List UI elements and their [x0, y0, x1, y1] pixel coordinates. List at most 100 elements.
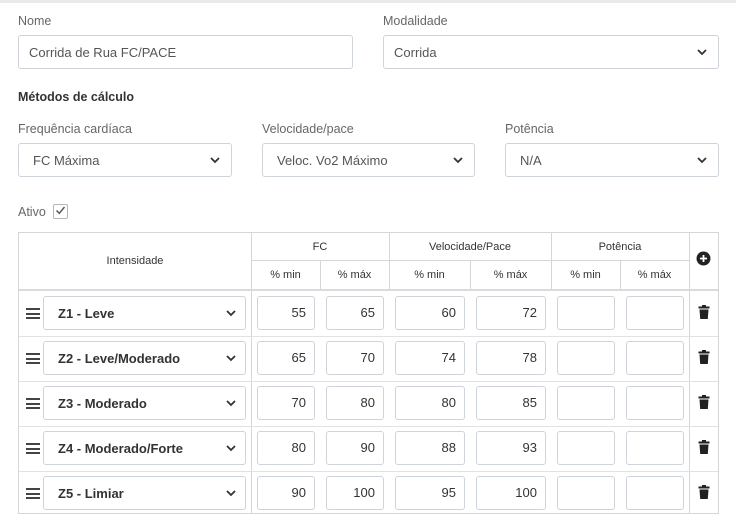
chevron-down-icon: [225, 442, 237, 454]
vel-max-input[interactable]: 78: [476, 341, 546, 375]
table-row: Z2 - Leve/Moderado 65 70 74 78: [19, 336, 718, 381]
table-row: Z5 - Limiar 90 100 95 100: [19, 471, 718, 516]
ativo-checkbox[interactable]: [53, 204, 68, 219]
zone-label: Z5 - Limiar: [58, 485, 124, 501]
fc-min-input[interactable]: 90: [257, 476, 315, 510]
add-row-icon[interactable]: [696, 251, 711, 266]
table-row: Z1 - Leve 55 65 60 72: [19, 291, 718, 336]
header-vel-max: % máx: [493, 268, 528, 281]
fc-value: FC Máxima: [33, 152, 100, 168]
zones-table: Intensidade FC Velocidade/Pace Potência …: [18, 232, 719, 514]
header-fc: FC: [312, 240, 328, 253]
header-fc-max: % máx: [337, 268, 372, 281]
fc-select[interactable]: FC Máxima: [18, 143, 232, 177]
zone-label: Z4 - Moderado/Forte: [58, 440, 183, 456]
fc-min-input[interactable]: 70: [257, 386, 315, 420]
vel-label: Velocidade/pace: [262, 122, 354, 136]
nome-label: Nome: [18, 14, 52, 28]
chevron-down-icon: [225, 307, 237, 319]
fc-min-input[interactable]: 55: [257, 296, 315, 330]
vel-min-input[interactable]: 88: [395, 431, 465, 465]
fc-min-input[interactable]: 65: [257, 341, 315, 375]
vel-min-input[interactable]: 74: [395, 341, 465, 375]
drag-handle-icon[interactable]: [26, 488, 40, 502]
drag-handle-icon[interactable]: [26, 308, 40, 322]
pot-min-input[interactable]: [557, 386, 615, 420]
pot-max-input[interactable]: [626, 296, 684, 330]
vel-max-input[interactable]: 93: [476, 431, 546, 465]
chevron-down-icon: [696, 46, 708, 58]
pot-min-input[interactable]: [557, 476, 615, 510]
zone-select[interactable]: Z4 - Moderado/Forte: [43, 431, 246, 465]
check-icon: [55, 203, 66, 221]
chevron-down-icon: [696, 154, 708, 166]
vel-select[interactable]: Veloc. Vo2 Máximo: [262, 143, 475, 177]
row-divider: [19, 471, 718, 472]
zone-select[interactable]: Z3 - Moderado: [43, 386, 246, 420]
top-divider: [0, 0, 736, 3]
table-row: Z3 - Moderado 70 80 80 85: [19, 381, 718, 426]
row-divider: [19, 426, 718, 427]
fc-max-input[interactable]: 65: [326, 296, 384, 330]
nome-input[interactable]: Corrida de Rua FC/PACE: [18, 35, 353, 69]
trash-icon[interactable]: [698, 305, 710, 319]
header-fc-min: % min: [270, 268, 301, 281]
modalidade-select[interactable]: Corrida: [383, 35, 719, 69]
ativo-label: Ativo: [18, 205, 46, 219]
modalidade-label: Modalidade: [383, 14, 448, 28]
zone-select[interactable]: Z1 - Leve: [43, 296, 246, 330]
pot-max-input[interactable]: [626, 431, 684, 465]
pot-value: N/A: [520, 152, 542, 168]
header-intensidade: Intensidade: [106, 255, 164, 267]
chevron-down-icon: [225, 397, 237, 409]
trash-icon[interactable]: [698, 440, 710, 454]
zone-label: Z3 - Moderado: [58, 395, 147, 411]
modalidade-value: Corrida: [394, 44, 437, 60]
fc-min-input[interactable]: 80: [257, 431, 315, 465]
vel-min-input[interactable]: 60: [395, 296, 465, 330]
zone-label: Z1 - Leve: [58, 305, 115, 321]
chevron-down-icon: [225, 352, 237, 364]
header-velocidade: Velocidade/Pace: [429, 240, 511, 253]
zone-select[interactable]: Z5 - Limiar: [43, 476, 246, 510]
pot-min-input[interactable]: [557, 341, 615, 375]
vel-max-input[interactable]: 85: [476, 386, 546, 420]
vel-value: Veloc. Vo2 Máximo: [277, 152, 388, 168]
header-pot-min: % min: [570, 268, 601, 281]
pot-select[interactable]: N/A: [505, 143, 719, 177]
trash-icon[interactable]: [698, 485, 710, 499]
pot-min-input[interactable]: [557, 431, 615, 465]
fc-max-input[interactable]: 100: [326, 476, 384, 510]
chevron-down-icon: [209, 154, 221, 166]
trash-icon[interactable]: [698, 395, 710, 409]
vel-min-input[interactable]: 80: [395, 386, 465, 420]
vel-max-input[interactable]: 72: [476, 296, 546, 330]
fc-max-input[interactable]: 80: [326, 386, 384, 420]
vel-max-input[interactable]: 100: [476, 476, 546, 510]
zone-select[interactable]: Z2 - Leve/Moderado: [43, 341, 246, 375]
vel-min-input[interactable]: 95: [395, 476, 465, 510]
pot-max-input[interactable]: [626, 341, 684, 375]
drag-handle-icon[interactable]: [26, 443, 40, 457]
drag-handle-icon[interactable]: [26, 398, 40, 412]
fc-max-input[interactable]: 90: [326, 431, 384, 465]
fc-max-input[interactable]: 70: [326, 341, 384, 375]
pot-max-input[interactable]: [626, 386, 684, 420]
chevron-down-icon: [452, 154, 464, 166]
pot-label: Potência: [505, 122, 554, 136]
chevron-down-icon: [225, 487, 237, 499]
fc-label: Frequência cardíaca: [18, 122, 132, 136]
pot-min-input[interactable]: [557, 296, 615, 330]
row-divider: [19, 381, 718, 382]
pot-max-input[interactable]: [626, 476, 684, 510]
header-potencia: Potência: [598, 240, 642, 253]
metodos-title: Métodos de cálculo: [18, 90, 134, 104]
zone-label: Z2 - Leve/Moderado: [58, 350, 181, 366]
drag-handle-icon[interactable]: [26, 353, 40, 367]
nome-value: Corrida de Rua FC/PACE: [29, 44, 177, 60]
trash-icon[interactable]: [698, 350, 710, 364]
table-row: Z4 - Moderado/Forte 80 90 88 93: [19, 426, 718, 471]
header-pot-max: % máx: [637, 268, 672, 281]
header-vel-min: % min: [414, 268, 445, 281]
row-divider: [19, 336, 718, 337]
